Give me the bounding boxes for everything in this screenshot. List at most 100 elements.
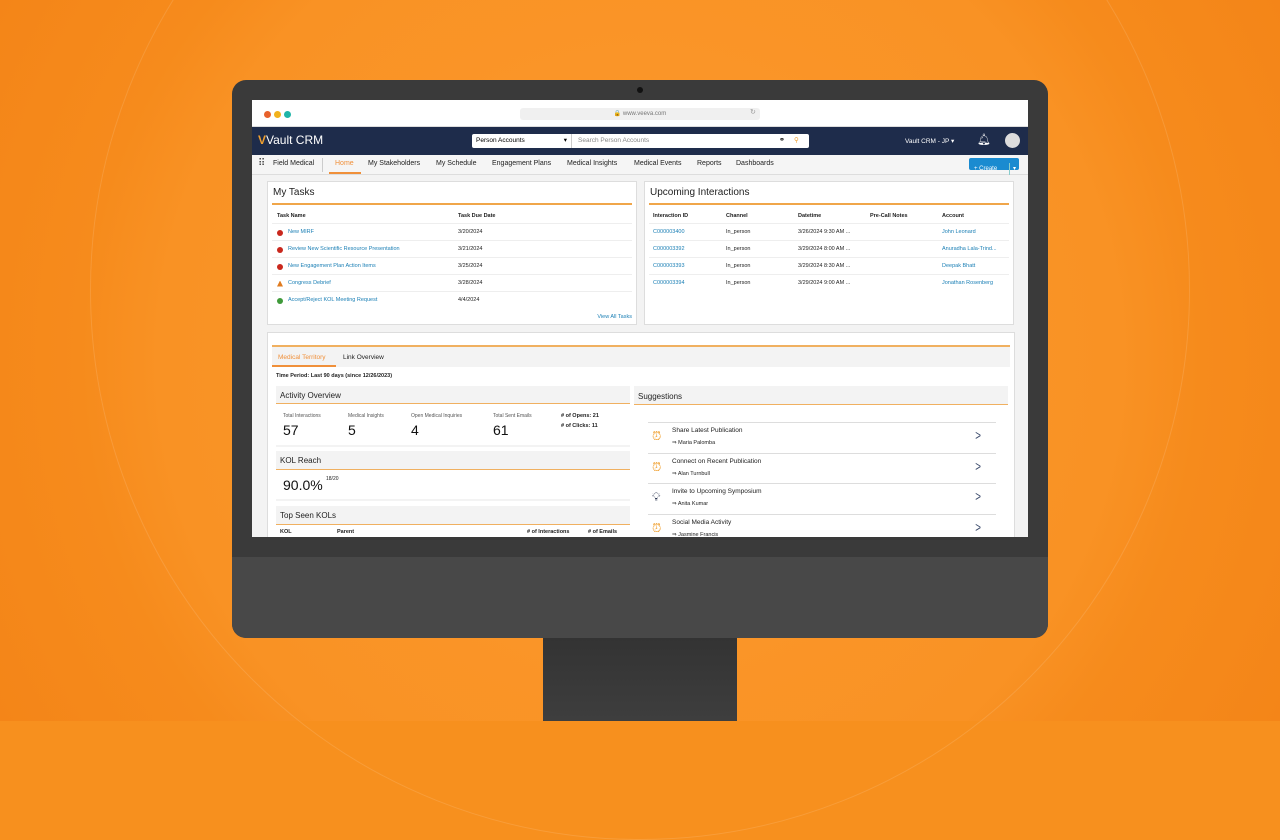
card-title: My Tasks: [273, 187, 315, 198]
create-button[interactable]: + Create ▾: [969, 158, 1019, 175]
column-header: Task Name: [277, 213, 306, 219]
lightbulb-icon: 💡︎: [652, 490, 661, 504]
account-link[interactable]: Jonathan Rosenberg: [942, 280, 993, 286]
metric-value: 4: [411, 422, 419, 438]
channel: In_person: [726, 246, 751, 252]
kol-reach: KOL Reach 90.0% 18/20: [276, 451, 630, 501]
metric-label: Total Interactions: [283, 413, 321, 419]
task-due-date: 3/20/2024: [458, 229, 483, 235]
interaction-id-link[interactable]: C000003394: [653, 280, 685, 286]
tab-home[interactable]: Home: [335, 160, 354, 167]
row-divider: [649, 257, 1009, 258]
tab-medical-insights[interactable]: Medical Insights: [567, 160, 617, 167]
tab-medical-events[interactable]: Medical Events: [634, 160, 681, 167]
divider: [272, 203, 632, 205]
search-input[interactable]: Search Person Accounts: [578, 134, 649, 148]
row-divider: [272, 274, 632, 275]
screen: 🔒 www.veeva.com ↻ VVault CRM Person Acco…: [252, 100, 1028, 537]
column-header: Datetime: [798, 213, 822, 219]
column-header: KOL: [280, 529, 292, 535]
avatar[interactable]: [1005, 133, 1020, 148]
chevron-right-icon[interactable]: >: [975, 458, 981, 474]
datetime: 3/29/2024 8:30 AM ...: [798, 263, 851, 269]
search-scope-select[interactable]: Person Accounts ▾: [476, 134, 572, 148]
datetime: 3/29/2024 9:00 AM ...: [798, 280, 851, 286]
bell-icon[interactable]: 🔔︎: [977, 133, 991, 146]
row-divider: [649, 223, 1009, 224]
error-icon: [277, 229, 283, 236]
channel: In_person: [726, 263, 751, 269]
metric-value: 61: [493, 422, 509, 438]
column-header: Channel: [726, 213, 748, 219]
suggestion-person: ⇒ Alan Turnbull: [672, 470, 710, 477]
chevron-down-icon: ▾: [563, 137, 567, 144]
brand: Vault CRM: [266, 133, 324, 147]
interaction-id-link[interactable]: C000003392: [653, 246, 685, 252]
close-dot[interactable]: [264, 111, 271, 118]
suggestion-person: ⇒ Anita Kumar: [672, 501, 709, 507]
top-seen-kols: Top Seen KOLs KOL Parent # of Interactio…: [276, 506, 630, 537]
tab-my-stakeholders[interactable]: My Stakeholders: [368, 160, 420, 167]
channel: In_person: [726, 229, 751, 235]
chevron-right-icon[interactable]: >: [975, 519, 981, 535]
maximize-dot[interactable]: [284, 111, 291, 118]
task-link[interactable]: Accept/Reject KOL Meeting Request: [288, 297, 377, 303]
account-link[interactable]: Anuradha Lala-Trind...: [942, 246, 997, 252]
view-all-tasks-link[interactable]: View All Tasks: [597, 314, 632, 320]
task-link[interactable]: New Engagement Plan Action Items: [288, 263, 376, 269]
time-period: Time Period: Last 90 days (since 12/26/2…: [276, 373, 393, 379]
account-link[interactable]: John Leonard: [942, 229, 976, 235]
chevron-right-icon[interactable]: >: [975, 488, 981, 504]
metric-label: Open Medical Inquiries: [411, 413, 463, 419]
chevron-right-icon[interactable]: >: [975, 427, 981, 443]
active-tab-underline: [272, 365, 336, 367]
column-header: Parent: [337, 529, 355, 535]
upcoming-interactions-card: Upcoming Interactions Interaction ID Chan…: [644, 181, 1014, 325]
task-link[interactable]: Congress Debrief: [288, 280, 331, 286]
suggestion-item[interactable]: ⏰︎ Share Latest Publication ⇒ Maria Palomb…: [648, 422, 996, 452]
task-link[interactable]: Review New Scientific Resource Presentat…: [288, 246, 400, 252]
minimize-dot[interactable]: [274, 111, 281, 118]
column-header: Interaction ID: [653, 213, 689, 219]
tab-my-schedule[interactable]: My Schedule: [436, 160, 476, 167]
alarm-icon: ⏰︎: [652, 459, 662, 474]
metric-value: 5: [348, 422, 356, 438]
interaction-id-link[interactable]: C000003400: [653, 229, 685, 235]
task-link[interactable]: New MIRF: [288, 229, 314, 235]
binoculars-icon[interactable]: ⚭: [779, 134, 785, 148]
reload-icon[interactable]: ↻: [750, 108, 756, 116]
suggestion-title: Invite to Upcoming Symposium: [672, 488, 762, 495]
suggestion-item[interactable]: ⏰︎ Connect on Recent Publication ⇒ Alan Tu…: [648, 452, 996, 483]
url-bar[interactable]: 🔒 www.veeva.com: [520, 108, 760, 120]
alarm-icon: ⏰︎: [652, 429, 662, 443]
logo: VVault CRM: [258, 133, 323, 147]
tab-engagement-plans[interactable]: Engagement Plans: [492, 160, 551, 167]
divider: [322, 158, 323, 172]
app-launcher-icon[interactable]: ⠿: [258, 158, 265, 169]
arrow-right-icon: [277, 297, 283, 304]
search-icon[interactable]: ⚲: [794, 134, 799, 148]
tab-medical-territory[interactable]: Medical Territory: [278, 354, 326, 361]
interaction-id-link[interactable]: C000003393: [653, 263, 685, 269]
kol-reach-value: 90.0%: [283, 477, 323, 493]
account-link[interactable]: Deepak Bhatt: [942, 263, 975, 269]
territory-tabs: Medical Territory Link Overview: [272, 345, 1010, 367]
org-switcher[interactable]: Vault CRM - JP ▾: [905, 137, 954, 145]
territory-card: Medical Territory Link Overview Time Per…: [267, 332, 1015, 537]
section-title: Top Seen KOLs: [280, 511, 337, 520]
chevron-down-icon[interactable]: ▾: [1009, 163, 1019, 175]
row-divider: [272, 240, 632, 241]
kol-table: KOL Parent # of Interactions # of Emails: [276, 524, 630, 537]
suggestion-item[interactable]: ⏰︎ Social Media Activity ⇒ Jasmine Francis…: [648, 513, 996, 537]
row-divider: [272, 291, 632, 292]
tab-dashboards[interactable]: Dashboards: [736, 160, 774, 167]
suggestion-item[interactable]: 💡︎ Invite to Upcoming Symposium ⇒ Anita Ku…: [648, 483, 996, 513]
section-title: Suggestions: [638, 392, 683, 401]
column-header: # of Emails: [588, 529, 618, 535]
suggestion-list: ⏰︎ Share Latest Publication ⇒ Maria Palomb…: [634, 404, 1008, 537]
tab-reports[interactable]: Reports: [697, 160, 722, 167]
column-header: Task Due Date: [458, 213, 496, 219]
tab-link-overview[interactable]: Link Overview: [343, 354, 384, 361]
datetime: 3/26/2024 9:30 AM ...: [798, 229, 851, 235]
metric-label: Medical Insights: [348, 413, 384, 419]
